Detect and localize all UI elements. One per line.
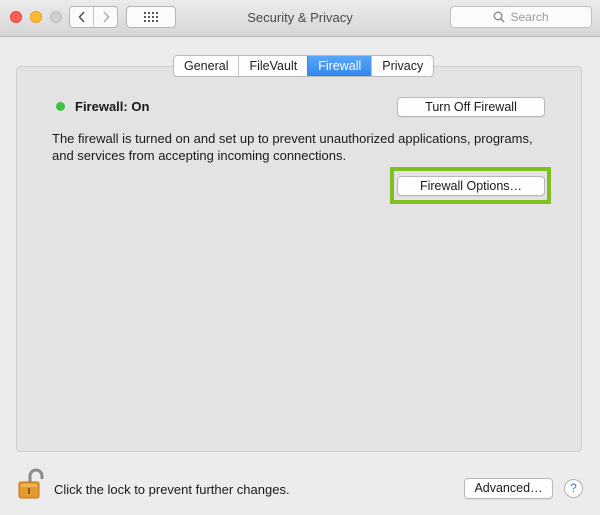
firewall-panel <box>16 66 582 452</box>
tab-general[interactable]: General <box>174 56 238 76</box>
advanced-button[interactable]: Advanced… <box>464 478 553 499</box>
firewall-description: The firewall is turned on and set up to … <box>52 131 533 163</box>
title-bar: Security & Privacy Search <box>0 0 600 37</box>
tab-filevault[interactable]: FileVault <box>238 56 307 76</box>
tab-bar: General FileVault Firewall Privacy <box>173 55 435 77</box>
tab-firewall[interactable]: Firewall <box>307 56 372 76</box>
tab-privacy[interactable]: Privacy <box>371 56 433 76</box>
help-button[interactable]: ? <box>564 479 583 498</box>
turn-off-firewall-button[interactable]: Turn Off Firewall <box>397 97 545 117</box>
lock-message: Click the lock to prevent further change… <box>54 482 290 497</box>
security-privacy-window: Security & Privacy Search General FileVa… <box>0 0 600 515</box>
lock-icon[interactable] <box>17 468 45 500</box>
search-field[interactable]: Search <box>450 6 592 28</box>
search-icon <box>493 11 506 23</box>
firewall-options-button[interactable]: Firewall Options… <box>397 176 545 196</box>
search-placeholder: Search <box>510 10 549 24</box>
firewall-status-indicator <box>56 102 65 111</box>
firewall-status-label: Firewall: On <box>75 99 150 114</box>
